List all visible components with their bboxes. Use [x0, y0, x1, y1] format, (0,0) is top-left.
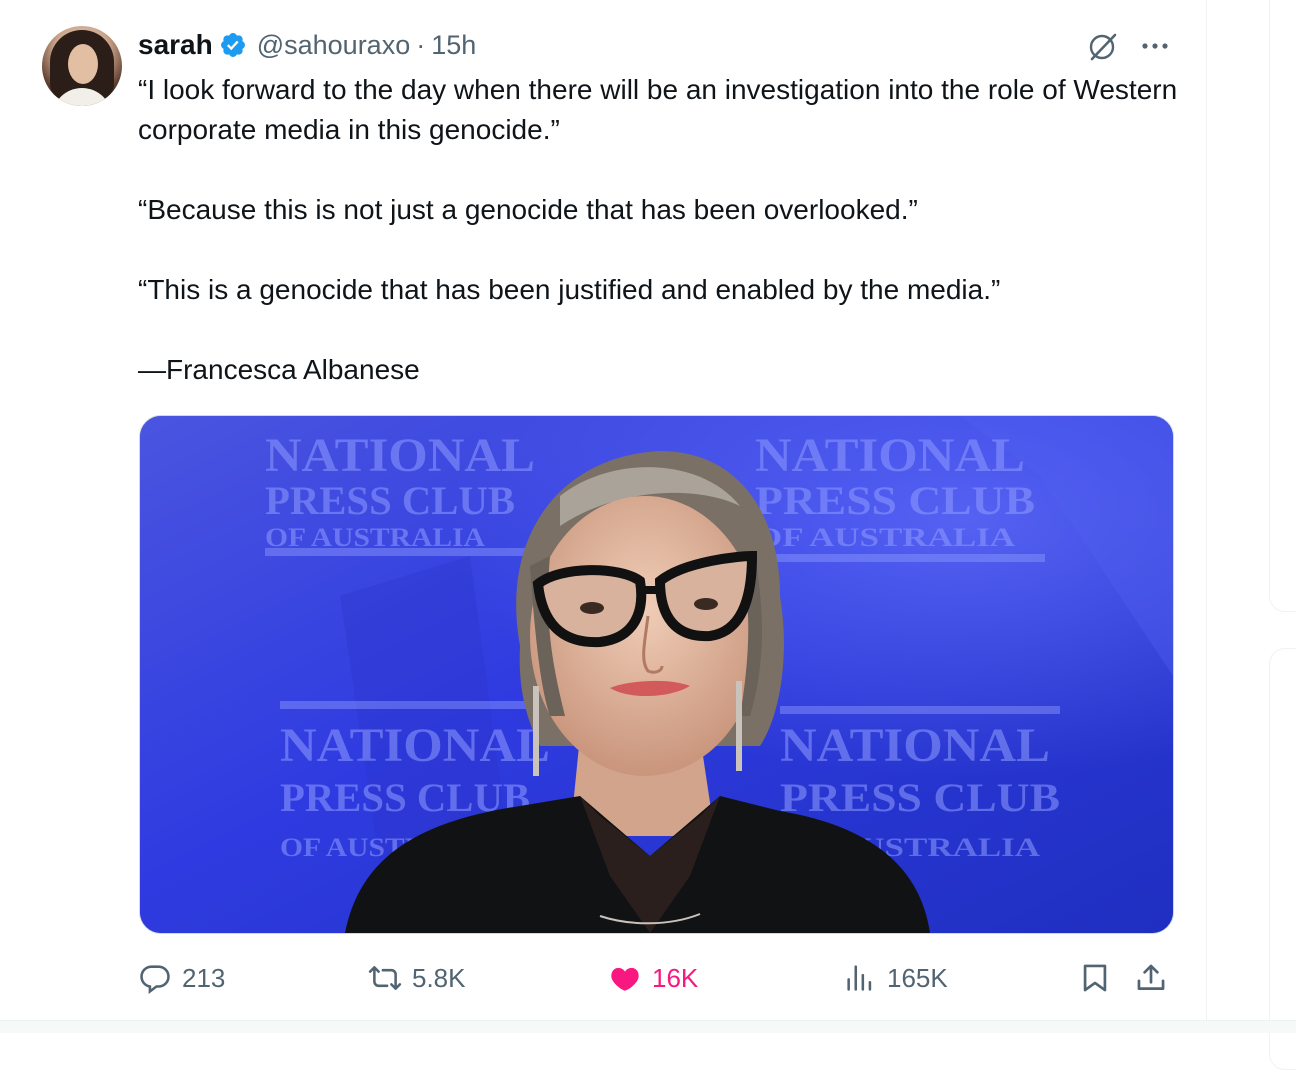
heart-icon [611, 967, 639, 991]
sidebar-card [1269, 648, 1296, 1070]
display-name[interactable]: sarah [138, 29, 213, 61]
backdrop-text: PRESS CLUB [265, 478, 515, 523]
backdrop-text: OF AUSTRALIA [265, 523, 485, 552]
tweet-paragraph: “Because this is not just a genocide tha… [138, 194, 918, 225]
repost-button[interactable]: 5.8K [368, 956, 466, 1000]
reply-icon [140, 965, 170, 995]
reply-count: 213 [182, 962, 226, 993]
bookmark-icon [1083, 964, 1107, 992]
tweet-actions: 213 5.8K 16K 165K [138, 956, 1178, 1000]
tweet-header: sarah @sahouraxo · 15h [138, 28, 476, 62]
backdrop-text: OF AUSTRALIA [755, 523, 1015, 552]
avatar[interactable] [42, 26, 122, 106]
analytics-icon [847, 965, 872, 991]
timestamp[interactable]: 15h [431, 30, 476, 61]
more-icon[interactable] [1138, 36, 1172, 56]
views-button[interactable]: 165K [843, 956, 948, 1000]
bookmark-button[interactable] [1078, 956, 1122, 1000]
like-button[interactable]: 16K [608, 956, 698, 1000]
share-icon [1137, 964, 1165, 990]
verified-badge-icon [219, 31, 247, 59]
backdrop-text: NATIONAL [265, 429, 535, 482]
share-button[interactable] [1134, 956, 1178, 1000]
sidebar-card [1269, 0, 1296, 612]
user-handle[interactable]: @sahouraxo [257, 30, 411, 61]
separator-dot: · [416, 29, 426, 60]
backdrop-text: NATIONAL [780, 719, 1050, 772]
like-count: 16K [652, 962, 699, 993]
right-sidebar [1207, 0, 1296, 1070]
next-tweet-divider [0, 1020, 1296, 1033]
view-count: 165K [887, 962, 948, 993]
tweet-paragraph: “This is a genocide that has been justif… [138, 274, 1001, 305]
tweet-text: “I look forward to the day when there wi… [138, 70, 1188, 390]
backdrop-text: NATIONAL [755, 429, 1025, 482]
reply-button[interactable]: 213 [138, 956, 225, 1000]
tweet-paragraph: —Francesca Albanese [138, 354, 420, 385]
tweet-photo[interactable]: NATIONAL PRESS CLUB OF AUSTRALIA NATIONA… [139, 415, 1174, 934]
backdrop-text: NATIONAL [280, 719, 550, 772]
repost-count: 5.8K [412, 962, 466, 993]
grok-icon[interactable] [1086, 30, 1120, 64]
tweet-paragraph: “I look forward to the day when there wi… [138, 74, 1178, 145]
backdrop-text: PRESS CLUB [755, 478, 1035, 523]
backdrop-text: PRESS CLUB [780, 775, 1060, 820]
repost-icon [368, 966, 402, 990]
